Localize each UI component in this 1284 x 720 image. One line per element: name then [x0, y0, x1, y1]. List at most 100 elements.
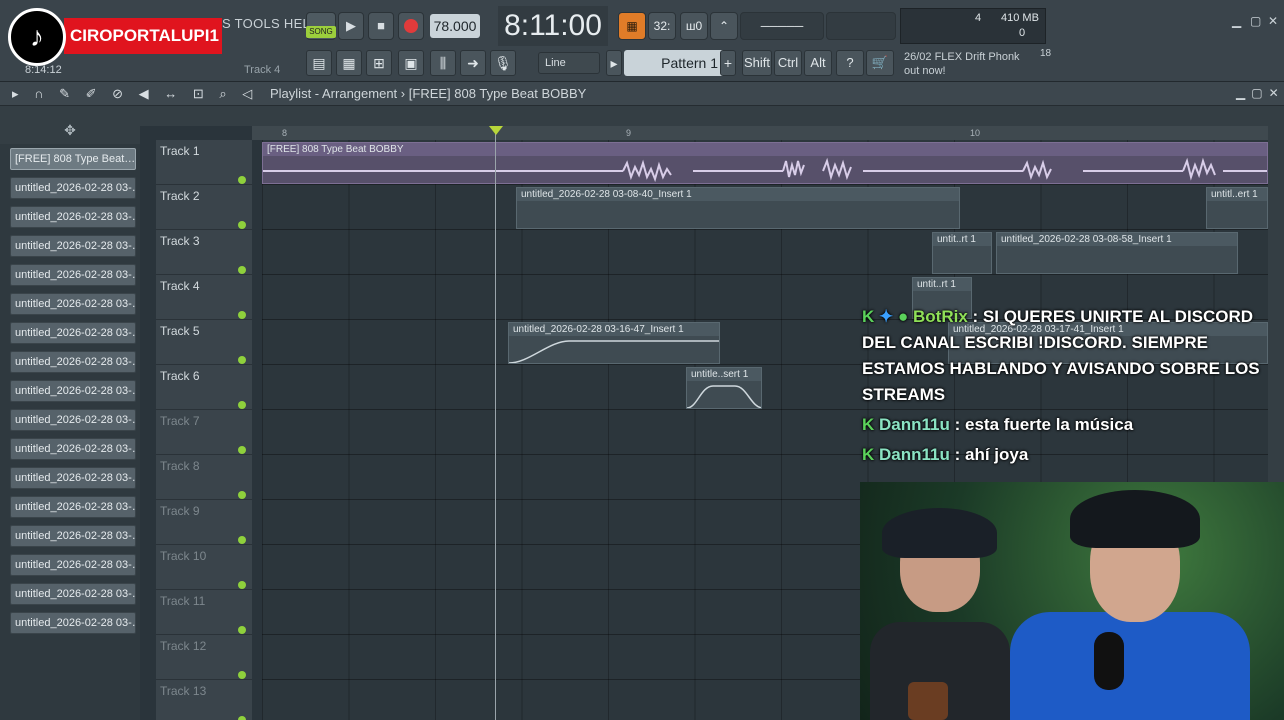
- wait-input-button[interactable]: ш0: [680, 12, 708, 40]
- help-icon[interactable]: ?: [836, 50, 864, 76]
- track-mute-led-icon[interactable]: [238, 266, 246, 274]
- master-pitch-slider[interactable]: [826, 12, 896, 40]
- picker-item[interactable]: untitled_2026-02-28 03-…: [10, 351, 136, 373]
- track-mute-led-icon[interactable]: [238, 176, 246, 184]
- picker-item[interactable]: untitled_2026-02-28 03-…: [10, 409, 136, 431]
- ruler-bar-10: 10: [970, 128, 981, 138]
- picker-item[interactable]: untitled_2026-02-28 03-…: [10, 293, 136, 315]
- automation-clip[interactable]: untitl..ert 1: [1206, 187, 1268, 229]
- menu-bar[interactable]: S TOOLS HELP: [222, 16, 319, 31]
- track-mute-led-icon[interactable]: [238, 446, 246, 454]
- automation-clip[interactable]: untitled_2026-02-28 03-08-40_Insert 1: [516, 187, 960, 229]
- shift-button[interactable]: Shift: [742, 50, 772, 76]
- clip-label: untitled_2026-02-28 03-08-58_Insert 1: [997, 233, 1237, 246]
- automation-clip[interactable]: untitled_2026-02-28 03-08-58_Insert 1: [996, 232, 1238, 274]
- pattern-selector[interactable]: Pattern 1: [624, 50, 728, 76]
- song-mode-label: SONG: [306, 26, 336, 38]
- picker-toolbar[interactable]: ✥: [0, 118, 140, 144]
- news-headline: 26/02 FLEX Drift Phonk: [904, 51, 1020, 63]
- track-header[interactable]: Track 9: [156, 500, 252, 545]
- picker-item[interactable]: untitled_2026-02-28 03-…: [10, 322, 136, 344]
- step-edit-button[interactable]: 32:: [648, 12, 676, 40]
- clip-label: [FREE] 808 Type Beat BOBBY: [263, 143, 1267, 156]
- playhead[interactable]: [495, 126, 496, 720]
- track-mute-led-icon[interactable]: [238, 491, 246, 499]
- picker-item[interactable]: [FREE] 808 Type Beat…: [10, 148, 136, 170]
- arrow-icon[interactable]: ➜: [460, 50, 486, 76]
- track-mute-led-icon[interactable]: [238, 581, 246, 589]
- metronome-icon[interactable]: ⌃: [710, 12, 738, 40]
- minimize-icon[interactable]: ▁: [1232, 14, 1241, 28]
- picker-item[interactable]: untitled_2026-02-28 03-…: [10, 554, 136, 576]
- stop-button[interactable]: ■: [368, 12, 394, 40]
- record-button[interactable]: [398, 12, 424, 40]
- track-header[interactable]: Track 10: [156, 545, 252, 590]
- track-header[interactable]: Track 3: [156, 230, 252, 275]
- ctrl-button[interactable]: Ctrl: [774, 50, 802, 76]
- automation-clip[interactable]: untitle..sert 1: [686, 367, 762, 409]
- track-mute-led-icon[interactable]: [238, 221, 246, 229]
- track-header[interactable]: Track 8: [156, 455, 252, 500]
- mixer-icon[interactable]: ⫼: [430, 50, 456, 76]
- automation-clip[interactable]: untitled_2026-02-28 03-16-47_Insert 1: [508, 322, 720, 364]
- track-header[interactable]: Track 5: [156, 320, 252, 365]
- picker-item[interactable]: untitled_2026-02-28 03-…: [10, 467, 136, 489]
- picker-item[interactable]: untitled_2026-02-28 03-…: [10, 525, 136, 547]
- typing-keyboard-icon[interactable]: ▦: [618, 12, 646, 40]
- record-icon: [404, 19, 418, 33]
- bot-badge-icon: ●: [898, 307, 909, 326]
- news-panel[interactable]: 26/02 FLEX Drift Phonk out now!: [904, 50, 1020, 78]
- browser-icon[interactable]: ▣: [398, 50, 424, 76]
- channel-name-banner: CIROPORTALUPI1: [64, 18, 222, 54]
- track-mute-led-icon[interactable]: [238, 356, 246, 364]
- picker-item[interactable]: untitled_2026-02-28 03-…: [10, 612, 136, 634]
- picker-item[interactable]: untitled_2026-02-28 03-…: [10, 235, 136, 257]
- track-mute-led-icon[interactable]: [238, 626, 246, 634]
- track-mute-led-icon[interactable]: [238, 716, 246, 720]
- pattern-prev-icon[interactable]: ▸: [606, 50, 622, 76]
- picker-item[interactable]: untitled_2026-02-28 03-…: [10, 206, 136, 228]
- playlist-tools[interactable]: ▸ ∩ ✎ ✐ ⊘ ◀ ↔ ⊡ ⌕ ◁: [12, 86, 258, 102]
- channel-rack-icon[interactable]: ▦: [336, 50, 362, 76]
- picker-item[interactable]: untitled_2026-02-28 03-…: [10, 264, 136, 286]
- track-mute-led-icon[interactable]: [238, 536, 246, 544]
- track-header[interactable]: Track 12: [156, 635, 252, 680]
- clip-label: untit..rt 1: [933, 233, 991, 246]
- track-header[interactable]: Track 2: [156, 185, 252, 230]
- piano-roll-icon[interactable]: ⊞: [366, 50, 392, 76]
- microphone-icon[interactable]: 🎙: [490, 50, 516, 76]
- shop-cart-icon[interactable]: 🛒: [866, 50, 894, 76]
- picker-item[interactable]: untitled_2026-02-28 03-…: [10, 583, 136, 605]
- playhead-marker-icon[interactable]: [489, 126, 503, 135]
- track-mute-led-icon[interactable]: [238, 671, 246, 679]
- picker-item[interactable]: untitled_2026-02-28 03-…: [10, 496, 136, 518]
- playlist-icon[interactable]: ▤: [306, 50, 332, 76]
- song-position-clock[interactable]: 8:11:00: [498, 6, 608, 46]
- close-icon[interactable]: ✕: [1268, 14, 1278, 28]
- maximize-icon[interactable]: ▢: [1250, 14, 1261, 28]
- track-header[interactable]: Track 11: [156, 590, 252, 635]
- audio-clip[interactable]: [FREE] 808 Type Beat BOBBY: [262, 142, 1268, 184]
- picker-item[interactable]: untitled_2026-02-28 03-…: [10, 380, 136, 402]
- track-header[interactable]: Track 13: [156, 680, 252, 720]
- play-button[interactable]: ▶: [338, 12, 364, 40]
- playlist-window-controls[interactable]: ▁▢✕: [1236, 86, 1284, 100]
- snap-select[interactable]: Line: [538, 52, 600, 74]
- track-header[interactable]: Track 4: [156, 275, 252, 320]
- picker-item[interactable]: untitled_2026-02-28 03-…: [10, 438, 136, 460]
- master-volume-slider[interactable]: ─────: [740, 12, 824, 40]
- track-mute-led-icon[interactable]: [238, 311, 246, 319]
- track-header[interactable]: Track 6: [156, 365, 252, 410]
- cpu-memory-panel: 4 410 MB 0: [900, 8, 1046, 44]
- picker-item[interactable]: untitled_2026-02-28 03-…: [10, 177, 136, 199]
- timeline-ruler[interactable]: 8 9 10: [252, 126, 1268, 140]
- track-header[interactable]: Track 7: [156, 410, 252, 455]
- memory-value: 410 MB: [1001, 12, 1039, 24]
- automation-curve: [687, 385, 761, 408]
- automation-clip[interactable]: untit..rt 1: [932, 232, 992, 274]
- track-mute-led-icon[interactable]: [238, 401, 246, 409]
- alt-button[interactable]: Alt: [804, 50, 832, 76]
- track-header[interactable]: Track 1: [156, 140, 252, 185]
- add-pattern-icon[interactable]: +: [720, 50, 736, 76]
- tempo-display[interactable]: 78.000: [430, 14, 480, 38]
